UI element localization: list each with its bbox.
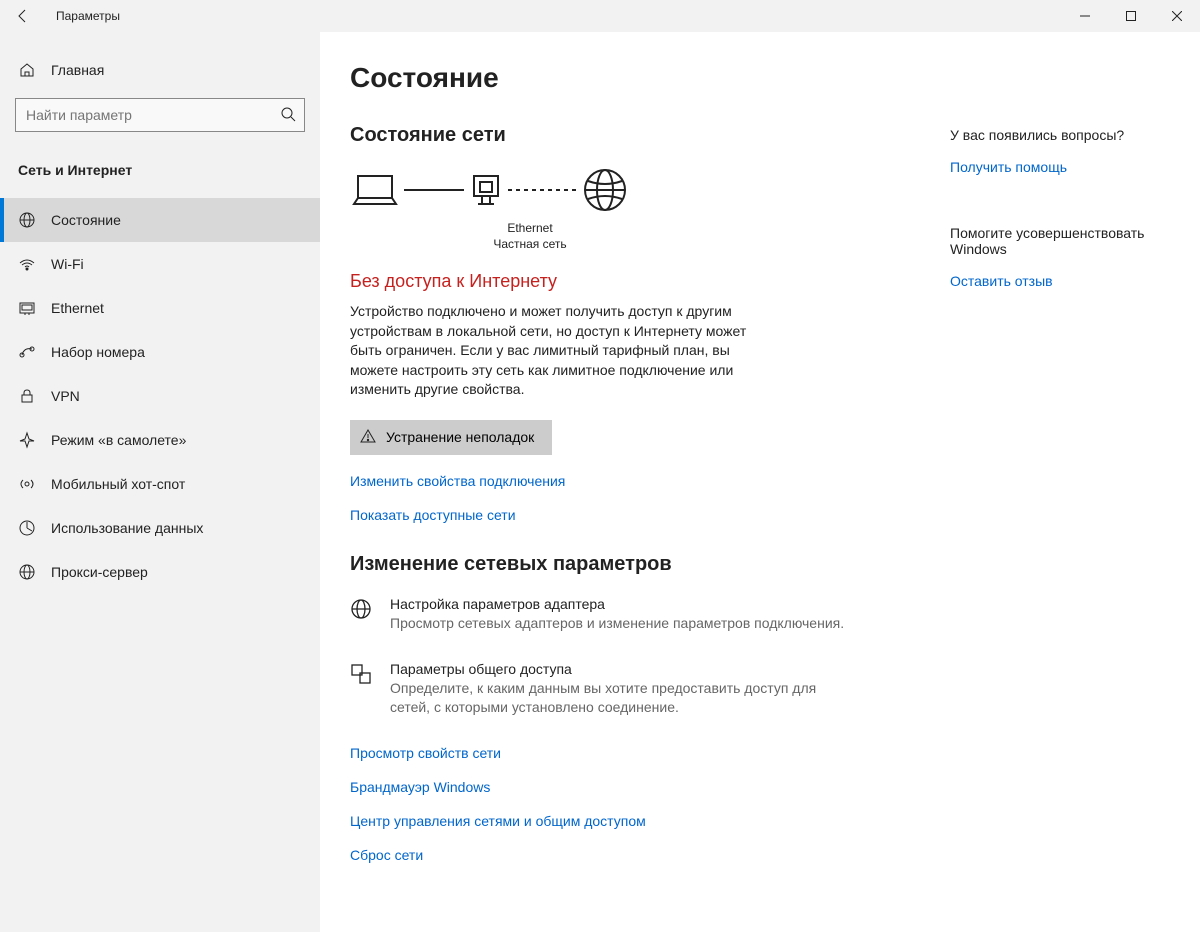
link-get-help[interactable]: Получить помощь bbox=[950, 159, 1170, 175]
page-title: Состояние bbox=[350, 62, 1170, 94]
link-leave-feedback[interactable]: Оставить отзыв bbox=[950, 273, 1170, 289]
option-sharing-settings[interactable]: Параметры общего доступа Определите, к к… bbox=[350, 661, 850, 717]
back-button[interactable] bbox=[0, 0, 46, 32]
dialup-icon bbox=[18, 343, 36, 361]
home-nav[interactable]: Главная bbox=[0, 52, 320, 88]
sidebar: Главная Сеть и Интернет Состояние Wi-Fi bbox=[0, 32, 320, 932]
vpn-icon bbox=[18, 387, 36, 405]
link-change-connprops[interactable]: Изменить свойства подключения bbox=[350, 473, 1170, 489]
datausage-icon bbox=[18, 519, 36, 537]
opt2-desc: Определите, к каким данным вы хотите пре… bbox=[390, 679, 850, 717]
titlebar: Параметры bbox=[0, 0, 1200, 32]
nav-item-label: VPN bbox=[51, 388, 80, 404]
nav-item-label: Состояние bbox=[51, 212, 121, 228]
adapter-icon bbox=[350, 596, 372, 633]
nav-item-dialup[interactable]: Набор номера bbox=[0, 330, 320, 374]
link-network-reset[interactable]: Сброс сети bbox=[350, 847, 1170, 863]
nav-item-vpn[interactable]: VPN bbox=[0, 374, 320, 418]
maximize-button[interactable] bbox=[1108, 0, 1154, 32]
close-button[interactable] bbox=[1154, 0, 1200, 32]
laptop-icon bbox=[350, 170, 400, 210]
link-sharing-center[interactable]: Центр управления сетями и общим доступом bbox=[350, 813, 1170, 829]
airplane-icon bbox=[18, 431, 36, 449]
search-input[interactable] bbox=[26, 107, 280, 123]
net-label-profile: Частная сеть bbox=[470, 237, 590, 251]
nav-item-proxy[interactable]: Прокси-сервер bbox=[0, 550, 320, 594]
link-show-networks[interactable]: Показать доступные сети bbox=[350, 507, 1170, 523]
minimize-button[interactable] bbox=[1062, 0, 1108, 32]
nav-item-label: Ethernet bbox=[51, 300, 104, 316]
opt2-title: Параметры общего доступа bbox=[390, 661, 850, 677]
option-adapter-settings[interactable]: Настройка параметров адаптера Просмотр с… bbox=[350, 596, 850, 633]
nav-item-label: Использование данных bbox=[51, 520, 203, 536]
home-label: Главная bbox=[51, 62, 104, 78]
category-title: Сеть и Интернет bbox=[0, 152, 320, 198]
nav-item-wifi[interactable]: Wi-Fi bbox=[0, 242, 320, 286]
ethernet-device-icon bbox=[468, 170, 504, 210]
link-windows-firewall[interactable]: Брандмауэр Windows bbox=[350, 779, 1170, 795]
search-box[interactable] bbox=[15, 98, 305, 132]
warning-icon bbox=[360, 428, 376, 447]
nav-item-datausage[interactable]: Использование данных bbox=[0, 506, 320, 550]
nav-item-airplane[interactable]: Режим «в самолете» bbox=[0, 418, 320, 462]
wifi-icon bbox=[18, 255, 36, 273]
nav-item-ethernet[interactable]: Ethernet bbox=[0, 286, 320, 330]
hotspot-icon bbox=[18, 475, 36, 493]
opt1-title: Настройка параметров адаптера bbox=[390, 596, 844, 612]
status-icon bbox=[18, 211, 36, 229]
troubleshoot-button[interactable]: Устранение неполадок bbox=[350, 420, 552, 455]
troubleshoot-label: Устранение неполадок bbox=[386, 429, 534, 445]
nav-item-label: Мобильный хот-спот bbox=[51, 476, 185, 492]
nav-item-label: Набор номера bbox=[51, 344, 145, 360]
link-view-network-props[interactable]: Просмотр свойств сети bbox=[350, 745, 1170, 761]
proxy-icon bbox=[18, 563, 36, 581]
section2-title: Изменение сетевых параметров bbox=[350, 553, 1170, 576]
globe-icon bbox=[582, 167, 628, 213]
nav-item-status[interactable]: Состояние bbox=[0, 198, 320, 242]
aside-panel: У вас появились вопросы? Получить помощь… bbox=[950, 127, 1170, 289]
sharing-icon bbox=[350, 661, 372, 717]
nav-item-hotspot[interactable]: Мобильный хот-спот bbox=[0, 462, 320, 506]
nav-item-label: Прокси-сервер bbox=[51, 564, 148, 580]
nav-item-label: Режим «в самолете» bbox=[51, 432, 186, 448]
nav-item-label: Wi-Fi bbox=[51, 256, 84, 272]
desc-text: Устройство подключено и может получить д… bbox=[350, 302, 750, 400]
window-controls bbox=[1062, 0, 1200, 32]
window-title: Параметры bbox=[46, 9, 120, 23]
net-label-adapter: Ethernet bbox=[470, 221, 590, 235]
opt1-desc: Просмотр сетевых адаптеров и изменение п… bbox=[390, 614, 844, 633]
ethernet-icon bbox=[18, 299, 36, 317]
home-icon bbox=[18, 62, 36, 78]
content: Состояние Состояние сети bbox=[320, 32, 1200, 932]
aside-questions: У вас появились вопросы? bbox=[950, 127, 1170, 143]
aside-feedback-text: Помогите усовершенствовать Windows bbox=[950, 225, 1170, 257]
search-icon bbox=[280, 106, 296, 125]
